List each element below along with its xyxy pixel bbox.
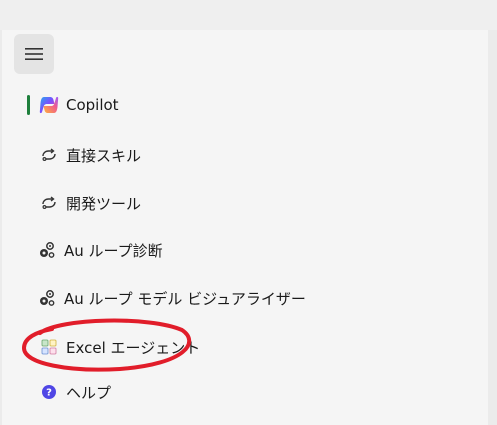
- help-question-icon: ?: [38, 381, 60, 403]
- panel-right-edge: [488, 30, 497, 425]
- hamburger-icon: [25, 48, 43, 60]
- nav-item-label: Excel エージェント: [66, 338, 201, 357]
- copilot-logo-icon: [38, 94, 60, 116]
- nav-item-direct-skills[interactable]: 直接スキル: [38, 139, 141, 171]
- skill-loop-icon: [38, 144, 60, 166]
- nav-item-label: ヘルプ: [66, 383, 112, 402]
- nav-item-label: Au ループ モデル ビジュアライザー: [64, 289, 306, 308]
- top-strip: [0, 0, 497, 30]
- nav-item-excel-agent[interactable]: Excel エージェント: [38, 331, 200, 363]
- nav-item-label: 直接スキル: [66, 146, 142, 165]
- nav-item-au-loop-model-visualizer[interactable]: Au ループ モデル ビジュアライザー: [36, 282, 306, 314]
- nav-item-label: Copilot: [66, 96, 119, 114]
- nav-item-dev-tools[interactable]: 開発ツール: [38, 187, 141, 219]
- active-item-indicator: [27, 95, 30, 115]
- nav-item-label: Au ループ診断: [64, 241, 163, 260]
- nav-item-copilot[interactable]: Copilot: [38, 89, 119, 121]
- gear-group-icon: [36, 239, 58, 261]
- hamburger-menu-button[interactable]: [14, 34, 54, 74]
- excel-grid-icon: [38, 336, 60, 358]
- gear-group-icon: [36, 287, 58, 309]
- svg-text:?: ?: [46, 388, 52, 399]
- nav-item-label: 開発ツール: [66, 194, 142, 213]
- nav-item-au-loop-diagnostics[interactable]: Au ループ診断: [36, 234, 163, 266]
- panel-left-edge: [0, 30, 2, 425]
- nav-item-help[interactable]: ? ヘルプ: [38, 376, 111, 408]
- skill-loop-icon: [38, 192, 60, 214]
